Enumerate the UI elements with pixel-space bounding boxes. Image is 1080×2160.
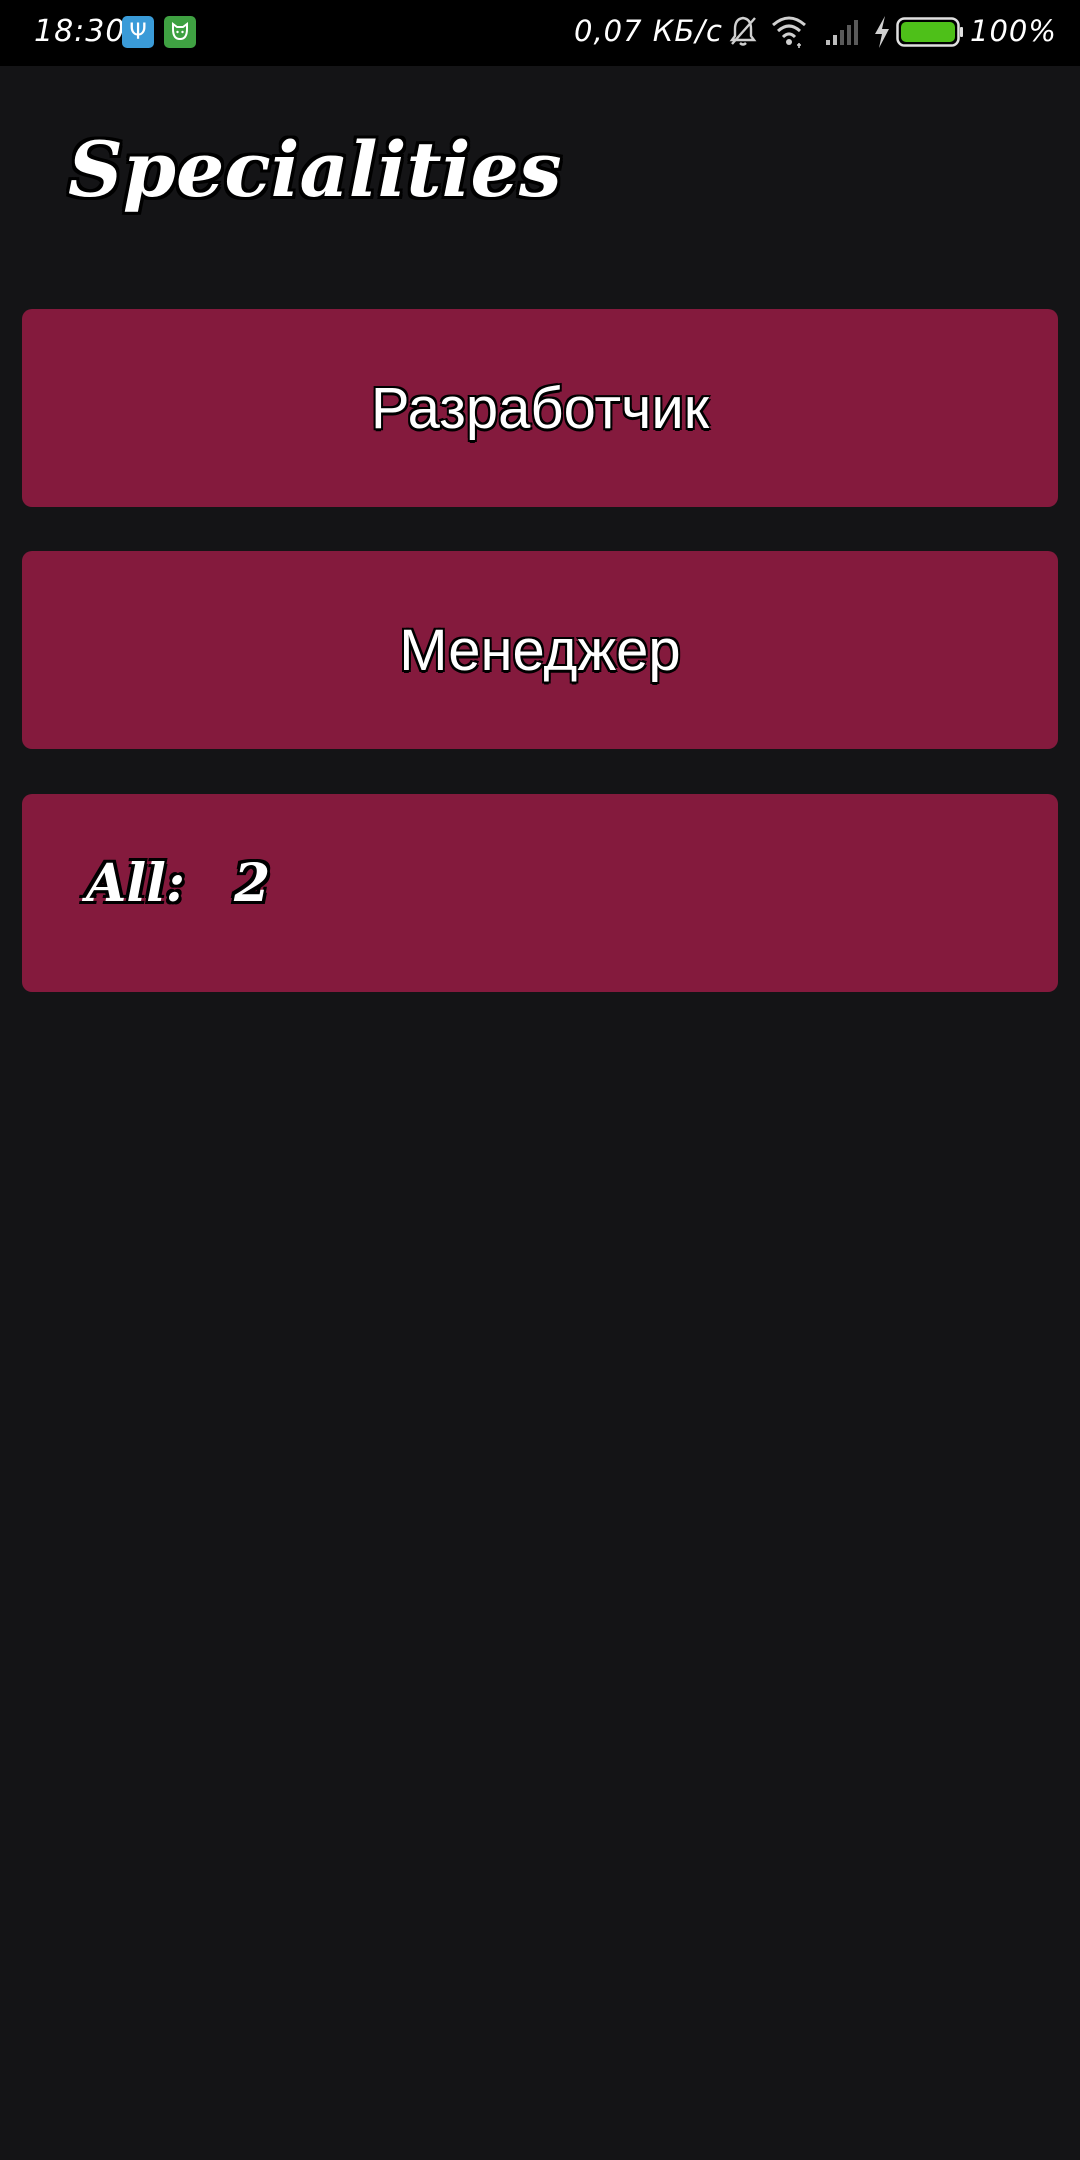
total-label: All: [86,853,186,914]
bell-muted-icon [728,14,758,52]
battery-percent: 100% [970,14,1057,48]
wifi-icon [770,12,808,54]
speciality-label: Менеджер [399,617,681,683]
charging-bolt-icon [872,15,892,53]
status-bar: 18:30 Ψ 0,07 КБ/с 100% [0,0,1080,66]
speciality-card-developer[interactable]: Разработчик [22,309,1058,507]
cell-signal-icon [824,18,860,50]
usb-icon: Ψ [122,16,154,48]
total-count: 2 [234,853,271,914]
page-title: Specialities [68,125,562,214]
speciality-card-manager[interactable]: Менеджер [22,551,1058,749]
battery-icon [896,17,964,51]
total-count-card: All: 2 [22,794,1058,992]
clock: 18:30 [34,14,126,49]
cat-app-icon [164,16,196,48]
speciality-label: Разработчик [370,375,710,441]
network-speed: 0,07 КБ/с [574,14,723,48]
